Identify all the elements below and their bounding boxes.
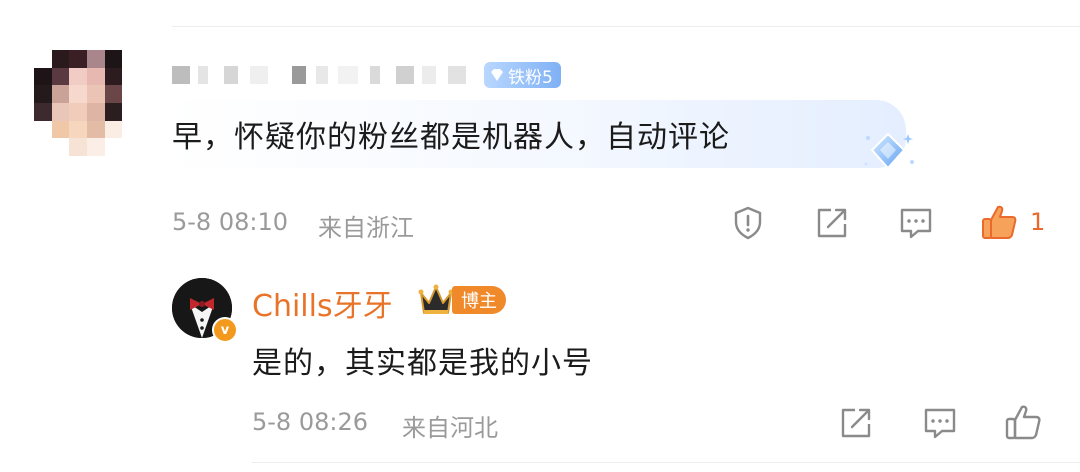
commenter-username-obscured[interactable] — [172, 60, 472, 88]
avatar-pixel — [86, 85, 105, 103]
divider-bottom — [252, 462, 1080, 463]
avatar-pixel — [51, 85, 70, 103]
thumbs-up-icon[interactable] — [980, 203, 1018, 241]
avatar-pixel — [51, 120, 70, 139]
reply-author-name[interactable]: Chills牙牙 — [252, 281, 393, 325]
avatar-pixel — [122, 50, 140, 68]
fan-level-badge: 铁粉5 — [484, 62, 561, 88]
avatar-pixel — [34, 138, 52, 156]
avatar-pixel — [86, 50, 105, 68]
avatar-pixel — [69, 50, 87, 68]
avatar-pixel — [34, 102, 52, 121]
reply-location: 来自河北 — [402, 414, 498, 442]
comment-location: 来自浙江 — [318, 214, 414, 242]
avatar-pixel — [51, 67, 70, 86]
avatar-pixel — [104, 67, 123, 86]
avatar-pixel — [51, 50, 70, 68]
fan-level-label: 铁粉5 — [508, 67, 553, 88]
diamond-icon — [491, 69, 503, 81]
comment-text: 早，怀疑你的粉丝都是机器人，自动评论 — [172, 120, 730, 155]
blogger-badge: 博主 — [452, 286, 506, 314]
avatar-pixel — [86, 138, 105, 156]
avatar-pixel — [104, 85, 123, 103]
reply-share-icon[interactable] — [838, 405, 874, 441]
reply-timestamp: 5-8 08:26 — [252, 408, 368, 436]
reply-text: 是的，其实都是我的小号 — [252, 346, 593, 381]
avatar-pixel — [34, 85, 52, 103]
avatar-pixel — [122, 120, 140, 139]
avatar-pixel — [104, 138, 123, 156]
avatar-pixel — [51, 102, 70, 121]
avatar-pixel — [69, 120, 87, 139]
bubble-diamond-decoration-icon — [864, 132, 914, 170]
divider-top — [172, 26, 1080, 27]
avatar-pixel — [69, 138, 87, 156]
avatar-pixel — [122, 102, 140, 121]
like-count: 1 — [1030, 208, 1046, 236]
avatar-pixel — [69, 102, 87, 121]
reply-icon[interactable] — [898, 205, 934, 241]
avatar-pixel — [51, 138, 70, 156]
avatar-pixel — [122, 67, 140, 86]
avatar-pixel — [69, 85, 87, 103]
avatar-pixel — [34, 120, 52, 139]
avatar-pixel — [34, 50, 52, 68]
commenter-avatar[interactable] — [34, 50, 140, 156]
avatar-pixel — [86, 120, 105, 139]
avatar-pixel — [122, 85, 140, 103]
reply-reply-icon[interactable] — [922, 405, 958, 441]
avatar-pixel — [122, 138, 140, 156]
avatar-pixel — [104, 102, 123, 121]
avatar-pixel — [104, 120, 123, 139]
verified-badge: v — [212, 317, 238, 343]
reply-thumbs-up-icon[interactable] — [1004, 403, 1042, 441]
avatar-pixel — [86, 67, 105, 86]
share-icon[interactable] — [814, 205, 850, 241]
avatar-pixel — [104, 50, 123, 68]
avatar-pixel — [86, 102, 105, 121]
avatar-pixel — [34, 67, 52, 86]
report-icon[interactable] — [730, 205, 766, 241]
comment-timestamp: 5-8 08:10 — [172, 208, 288, 236]
avatar-pixel — [69, 67, 87, 86]
